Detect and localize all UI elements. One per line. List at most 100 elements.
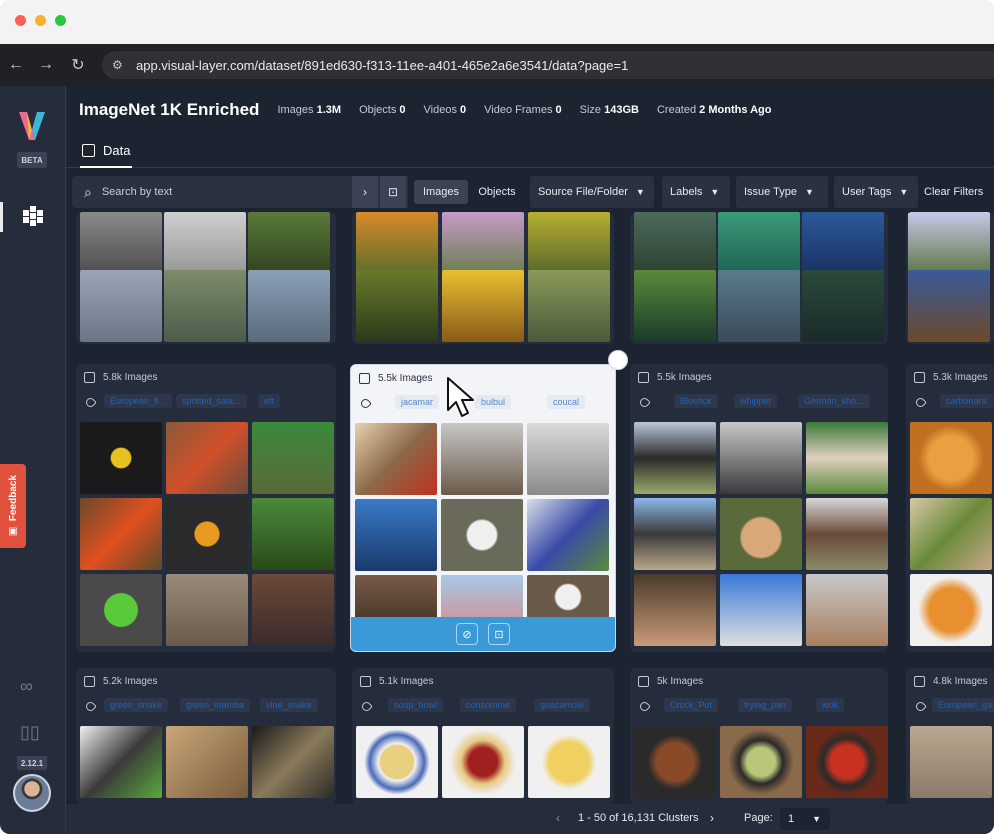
image-thumbnail[interactable] xyxy=(252,726,334,798)
user-tags-dropdown[interactable]: User Tags ▼ xyxy=(834,176,918,208)
image-thumbnail[interactable] xyxy=(441,423,523,495)
image-thumbnail[interactable] xyxy=(80,422,162,494)
image-thumbnail[interactable] xyxy=(355,499,437,571)
next-page-button[interactable]: › xyxy=(710,811,714,825)
label-chip[interactable]: eft xyxy=(258,394,281,408)
feedback-tab[interactable]: Feedback ▣ xyxy=(0,464,26,548)
image-thumbnail[interactable] xyxy=(720,422,802,494)
cluster-card-top-2[interactable] xyxy=(352,212,614,344)
label-chip[interactable]: German_sho... xyxy=(798,394,870,408)
label-chip[interactable]: whippet xyxy=(734,394,778,408)
image-thumbnail[interactable] xyxy=(910,726,992,798)
label-chip[interactable]: wok xyxy=(816,698,845,712)
image-thumbnail[interactable] xyxy=(908,270,990,342)
image-thumbnail[interactable] xyxy=(806,574,888,646)
image-thumbnail[interactable] xyxy=(356,270,438,342)
cluster-card[interactable]: 5.5k Images Bluetick whippet German_sho.… xyxy=(630,364,888,652)
label-chip[interactable]: vine_snake xyxy=(260,698,318,712)
image-thumbnail[interactable] xyxy=(634,498,716,570)
image-thumbnail[interactable] xyxy=(252,574,334,646)
reload-icon[interactable]: ↻ xyxy=(66,53,90,77)
image-thumbnail[interactable] xyxy=(806,498,888,570)
arrow-left-icon[interactable]: ← xyxy=(4,53,28,77)
image-thumbnail[interactable] xyxy=(527,423,609,495)
image-thumbnail[interactable] xyxy=(720,498,802,570)
label-chip[interactable]: green_mamba xyxy=(180,698,251,712)
image-thumbnail[interactable] xyxy=(166,498,248,570)
image-thumbnail[interactable] xyxy=(634,270,716,342)
clear-filters-button[interactable]: Clear Filters xyxy=(924,176,983,208)
label-chip[interactable]: coucal xyxy=(547,395,586,409)
objects-toggle[interactable]: Objects xyxy=(470,180,524,204)
image-thumbnail[interactable] xyxy=(442,726,524,798)
image-thumbnail[interactable] xyxy=(80,726,162,798)
source-dropdown[interactable]: Source File/Folder ▼ xyxy=(530,176,654,208)
visual-layer-logo-icon[interactable] xyxy=(17,110,47,142)
label-chip[interactable]: European_ga... xyxy=(932,698,994,712)
image-thumbnail[interactable] xyxy=(802,270,884,342)
labels-dropdown[interactable]: Labels ▼ xyxy=(662,176,730,208)
cluster-card-top-4[interactable] xyxy=(906,212,994,344)
cluster-card-top-1[interactable] xyxy=(76,212,336,344)
image-thumbnail[interactable] xyxy=(441,575,523,619)
cluster-card-top-3[interactable] xyxy=(630,212,888,344)
avatar[interactable] xyxy=(13,774,51,812)
label-chip[interactable]: jacamar xyxy=(395,395,440,409)
image-thumbnail[interactable] xyxy=(80,270,162,342)
arrow-right-icon[interactable]: → xyxy=(34,53,58,77)
cluster-card-selected[interactable]: 5.5k Images jacamar bulbul coucal ⊘ ⊡ xyxy=(350,364,616,652)
image-thumbnail[interactable] xyxy=(166,422,248,494)
image-thumbnail[interactable] xyxy=(80,498,162,570)
label-chip[interactable]: Bluetick xyxy=(674,394,718,408)
image-thumbnail[interactable] xyxy=(910,574,992,646)
label-chip[interactable]: guacamole xyxy=(534,698,591,712)
label-chip[interactable]: green_snake xyxy=(104,698,169,712)
image-thumbnail[interactable] xyxy=(355,575,437,619)
label-chip[interactable]: frying_pan xyxy=(738,698,793,712)
sliders-icon[interactable]: ⚙ xyxy=(112,58,128,72)
image-thumbnail[interactable] xyxy=(634,726,716,798)
image-thumbnail[interactable] xyxy=(528,726,610,798)
dataset-grid-icon[interactable] xyxy=(21,204,45,228)
cluster-card[interactable]: 5.8k Images European_fi... spotted_sala.… xyxy=(76,364,336,652)
issue-type-dropdown[interactable]: Issue Type ▼ xyxy=(736,176,828,208)
image-thumbnail[interactable] xyxy=(910,498,992,570)
image-thumbnail[interactable] xyxy=(720,726,802,798)
image-thumbnail[interactable] xyxy=(248,270,330,342)
close-window-button[interactable] xyxy=(15,15,26,26)
label-chip[interactable]: European_fi... xyxy=(104,394,173,408)
url-field[interactable]: ⚙ app.visual-layer.com/dataset/891ed630-… xyxy=(102,51,994,79)
resize-handle[interactable] xyxy=(608,350,628,370)
image-thumbnail[interactable] xyxy=(252,498,334,570)
prev-page-button[interactable]: ‹ xyxy=(556,811,560,825)
image-thumbnail[interactable] xyxy=(442,270,524,342)
label-chip[interactable]: spotted_sala... xyxy=(176,394,247,408)
search-submit-button[interactable]: › xyxy=(352,176,378,208)
image-thumbnail[interactable] xyxy=(720,574,802,646)
book-icon[interactable]: ▯▯ xyxy=(20,722,40,743)
cluster-card[interactable]: 5.3k Images carbonara xyxy=(906,364,994,652)
label-chip[interactable]: soup_bowl xyxy=(388,698,444,712)
image-thumbnail[interactable] xyxy=(166,726,248,798)
image-thumbnail[interactable] xyxy=(166,574,248,646)
image-thumbnail[interactable] xyxy=(252,422,334,494)
image-thumbnail[interactable] xyxy=(634,574,716,646)
image-thumbnail[interactable] xyxy=(634,422,716,494)
image-thumbnail[interactable] xyxy=(441,499,523,571)
image-thumbnail[interactable] xyxy=(806,422,888,494)
image-thumbnail[interactable] xyxy=(528,270,610,342)
label-chip[interactable]: Crock_Pot xyxy=(664,698,719,712)
similar-search-button[interactable]: ⊘ xyxy=(456,623,478,645)
tab-data[interactable]: Data xyxy=(80,134,133,168)
image-thumbnail[interactable] xyxy=(527,575,609,619)
cluster-card[interactable]: 5.1k Images soup_bowl consomme guacamole xyxy=(352,668,614,804)
binoculars-icon[interactable]: ∞ xyxy=(20,676,33,697)
image-thumbnail[interactable] xyxy=(355,423,437,495)
label-chip[interactable]: bulbul xyxy=(475,395,512,409)
image-thumbnail[interactable] xyxy=(806,726,888,798)
cluster-card[interactable]: 5k Images Crock_Pot frying_pan wok xyxy=(630,668,888,804)
label-chip[interactable]: consomme xyxy=(460,698,517,712)
visual-search-button[interactable]: ⊡ xyxy=(488,623,510,645)
image-thumbnail[interactable] xyxy=(527,499,609,571)
maximize-window-button[interactable] xyxy=(55,15,66,26)
